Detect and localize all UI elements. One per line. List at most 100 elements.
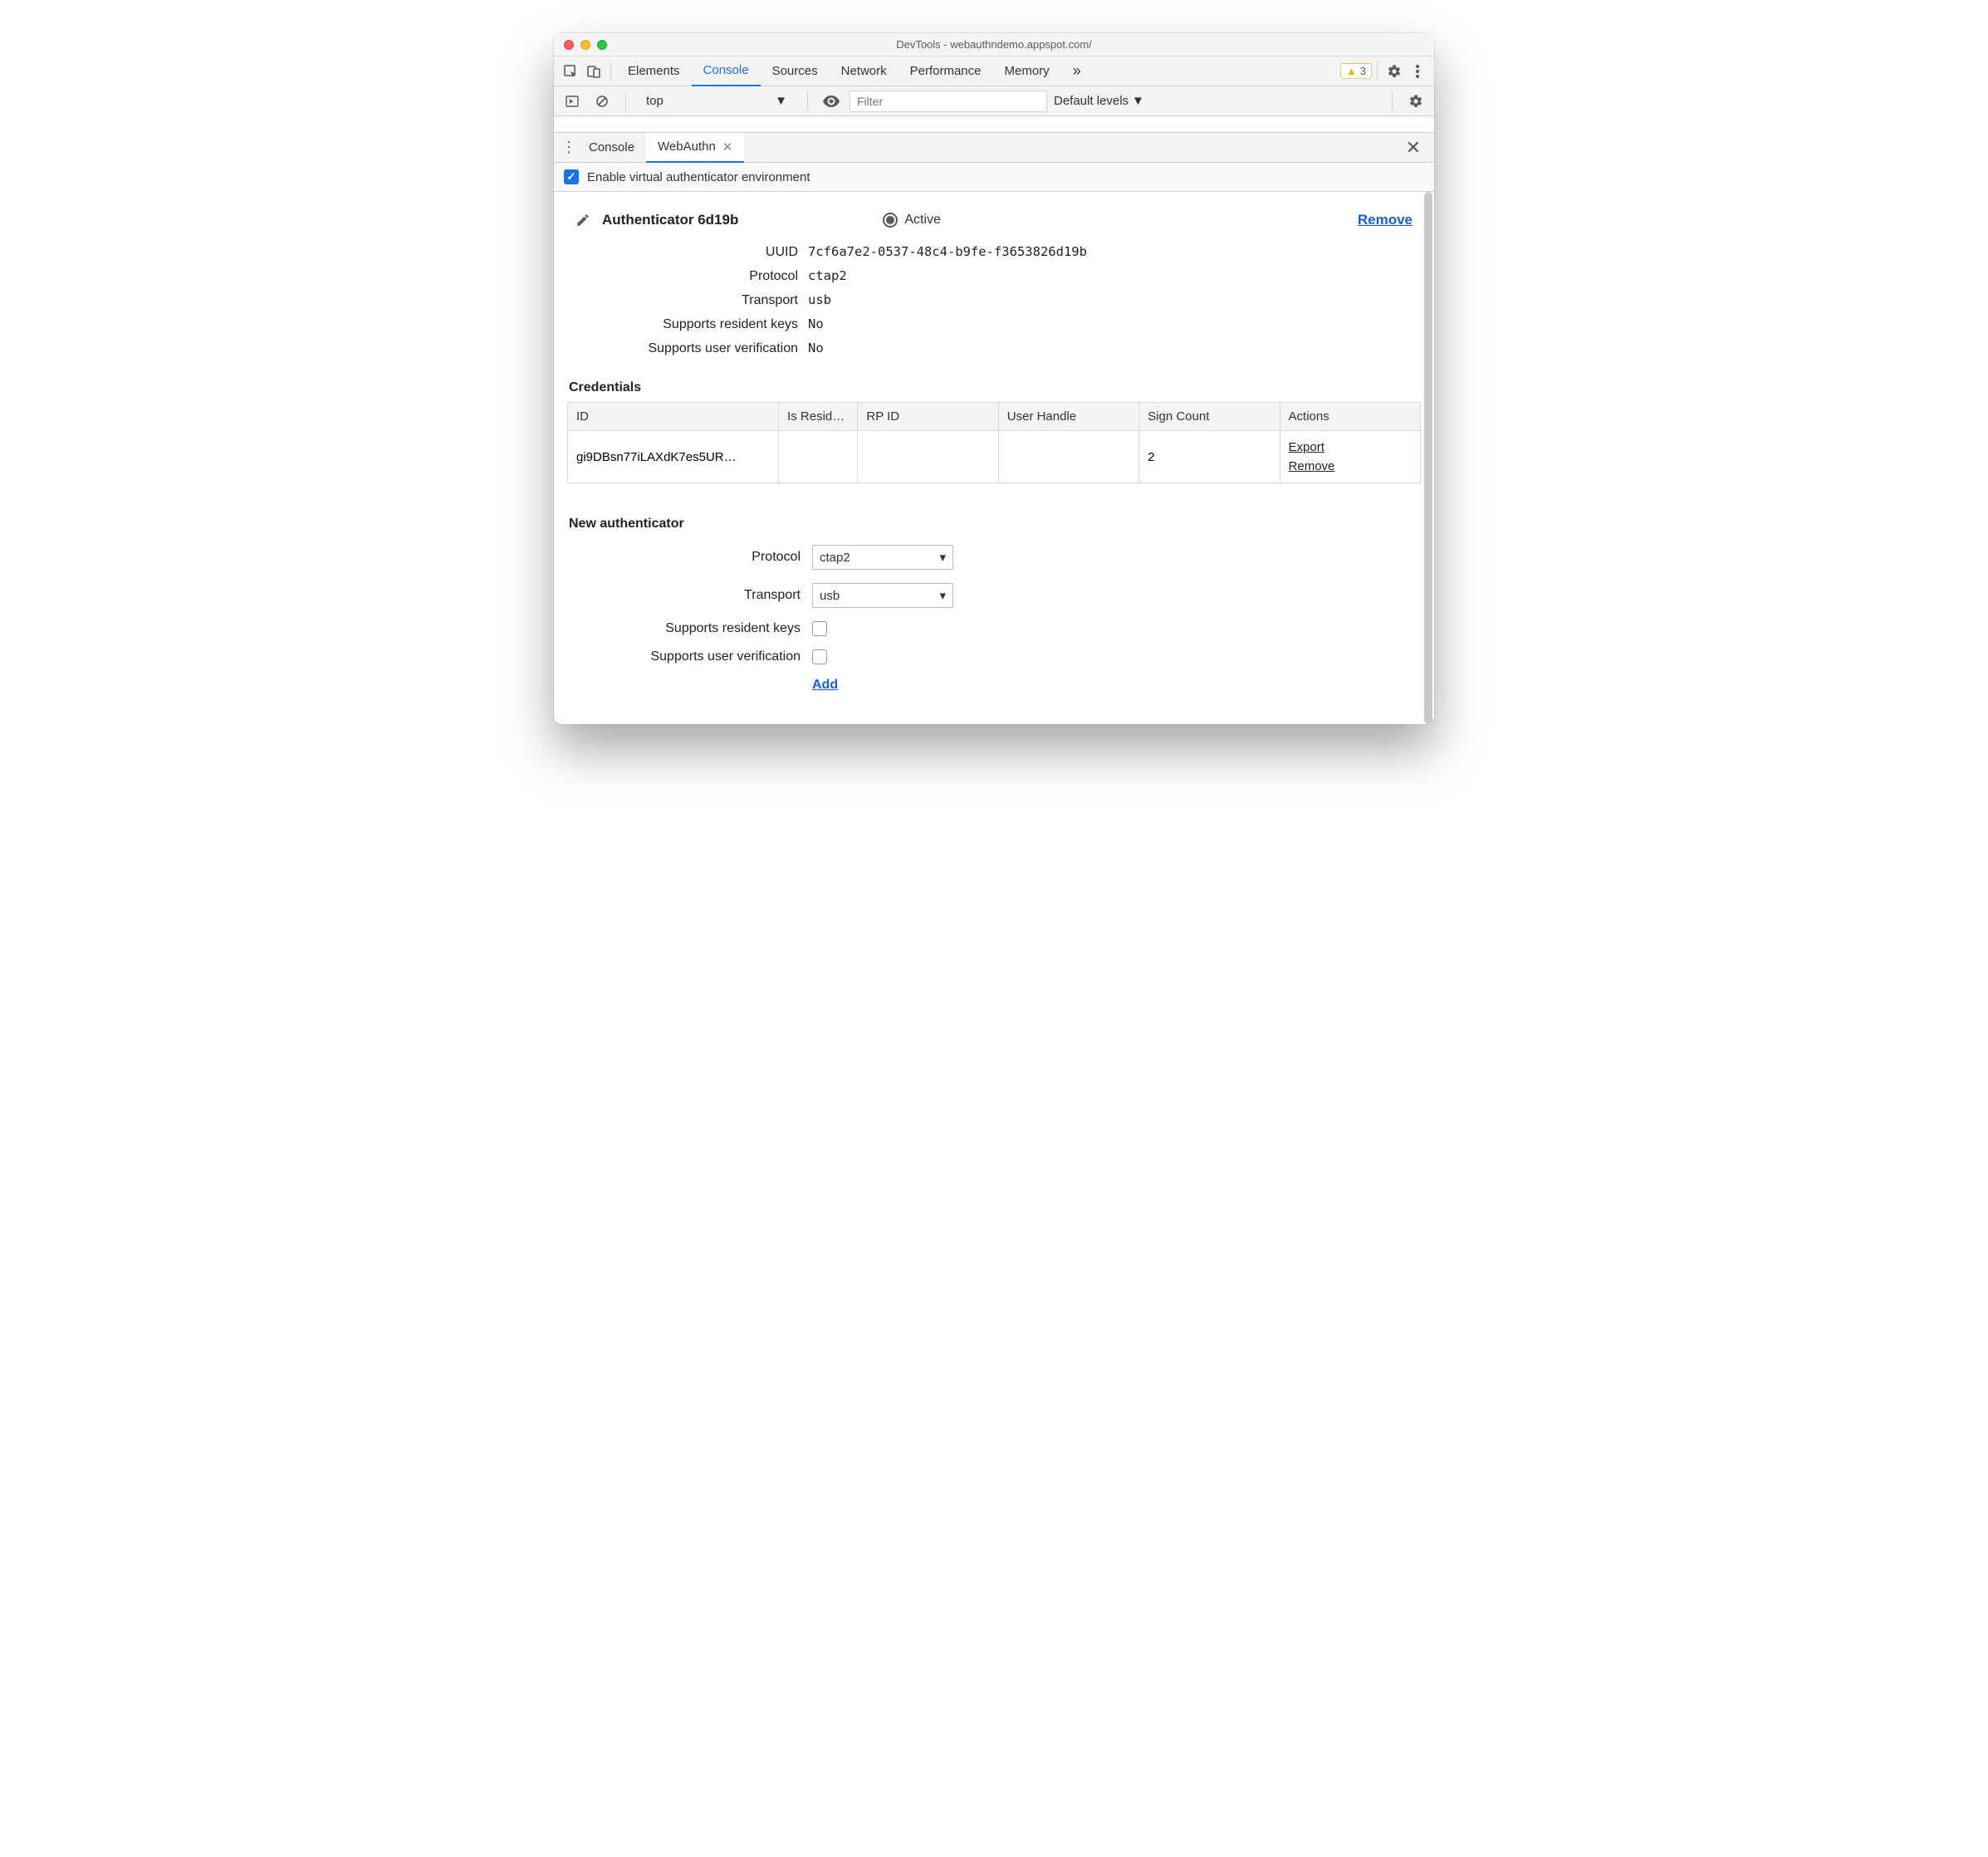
col-id[interactable]: ID bbox=[568, 403, 779, 431]
device-toggle-icon[interactable] bbox=[582, 60, 605, 83]
chevron-down-icon: ▾ bbox=[939, 588, 946, 603]
drawer-tab-strip: ⋮ Console WebAuthn ✕ ✕ bbox=[554, 133, 1434, 163]
authenticator-properties: UUID 7cf6a7e2-0537-48c4-b9fe-f3653826d19… bbox=[567, 237, 1421, 370]
levels-label: Default levels bbox=[1054, 94, 1129, 108]
cell-user-handle bbox=[998, 431, 1138, 483]
add-authenticator-link[interactable]: Add bbox=[812, 678, 838, 693]
new-resident-label: Supports resident keys bbox=[567, 621, 812, 636]
uuid-label: UUID bbox=[567, 245, 808, 260]
warnings-badge[interactable]: ▲ 3 bbox=[1340, 63, 1372, 79]
live-expression-eye-icon[interactable] bbox=[820, 90, 843, 113]
cell-id: gi9DBsn77iLAXdK7es5UR… bbox=[568, 431, 779, 483]
more-menu-icon[interactable] bbox=[1406, 60, 1429, 83]
tab-elements[interactable]: Elements bbox=[616, 56, 692, 86]
remove-credential-link[interactable]: Remove bbox=[1289, 457, 1412, 476]
chevron-down-icon: ▼ bbox=[1132, 94, 1144, 108]
col-actions[interactable]: Actions bbox=[1280, 403, 1420, 431]
context-value: top bbox=[646, 94, 663, 108]
minimize-window-button[interactable] bbox=[580, 40, 590, 50]
console-body-spacer bbox=[554, 116, 1434, 133]
close-tab-icon[interactable]: ✕ bbox=[722, 140, 733, 154]
chevron-down-icon: ▾ bbox=[939, 550, 946, 565]
scrollbar[interactable] bbox=[1424, 192, 1432, 724]
tab-network[interactable]: Network bbox=[830, 56, 899, 86]
tab-console[interactable]: Console bbox=[692, 56, 761, 86]
toggle-sidebar-icon[interactable] bbox=[561, 90, 584, 113]
drawer-more-icon[interactable]: ⋮ bbox=[561, 139, 577, 156]
tab-memory[interactable]: Memory bbox=[993, 56, 1061, 86]
user-verification-value: No bbox=[808, 341, 824, 355]
new-transport-select[interactable]: usb ▾ bbox=[812, 583, 953, 608]
chevron-down-icon: ▼ bbox=[775, 94, 787, 108]
col-user-handle[interactable]: User Handle bbox=[998, 403, 1138, 431]
resident-keys-label: Supports resident keys bbox=[567, 317, 808, 332]
divider bbox=[1377, 62, 1378, 81]
enable-env-row: ✓ Enable virtual authenticator environme… bbox=[554, 163, 1434, 192]
tab-performance[interactable]: Performance bbox=[899, 56, 993, 86]
col-sign-count[interactable]: Sign Count bbox=[1139, 403, 1280, 431]
cell-is-resident bbox=[779, 431, 858, 483]
new-protocol-row: Protocol ctap2 ▾ bbox=[567, 538, 1421, 576]
webauthn-panel: Authenticator 6d19b Active Remove UUID 7… bbox=[554, 192, 1434, 724]
zoom-window-button[interactable] bbox=[597, 40, 607, 50]
new-resident-row: Supports resident keys bbox=[567, 615, 1421, 643]
table-row[interactable]: gi9DBsn77iLAXdK7es5UR… 2 Export Remove bbox=[568, 431, 1421, 483]
new-transport-value: usb bbox=[820, 589, 840, 603]
col-is-resident[interactable]: Is Resid… bbox=[779, 403, 858, 431]
window-title: DevTools - webauthndemo.appspot.com/ bbox=[554, 38, 1434, 51]
close-window-button[interactable] bbox=[564, 40, 574, 50]
cell-actions: Export Remove bbox=[1280, 431, 1420, 483]
protocol-value: ctap2 bbox=[808, 268, 847, 283]
uuid-value: 7cf6a7e2-0537-48c4-b9fe-f3653826d19b bbox=[808, 244, 1087, 259]
authenticator-name: Authenticator 6d19b bbox=[602, 212, 738, 228]
enable-env-checkbox[interactable]: ✓ bbox=[564, 169, 579, 184]
col-rp-id[interactable]: RP ID bbox=[858, 403, 998, 431]
divider bbox=[807, 92, 808, 110]
settings-gear-icon[interactable] bbox=[1383, 60, 1406, 83]
protocol-label: Protocol bbox=[567, 269, 808, 284]
drawer-tab-webauthn[interactable]: WebAuthn ✕ bbox=[646, 133, 744, 163]
user-verification-label: Supports user verification bbox=[567, 341, 808, 356]
credentials-title: Credentials bbox=[567, 370, 1421, 402]
new-protocol-label: Protocol bbox=[567, 550, 812, 565]
drawer-tab-label: WebAuthn bbox=[658, 140, 716, 154]
titlebar: DevTools - webauthndemo.appspot.com/ bbox=[554, 33, 1434, 56]
authenticator-header: Authenticator 6d19b Active Remove bbox=[567, 200, 1421, 237]
new-transport-label: Transport bbox=[567, 588, 812, 603]
edit-icon[interactable] bbox=[575, 213, 590, 228]
new-userverif-row: Supports user verification bbox=[567, 643, 1421, 671]
new-userverif-label: Supports user verification bbox=[567, 649, 812, 664]
scroll-thumb[interactable] bbox=[1424, 192, 1432, 724]
new-protocol-value: ctap2 bbox=[820, 551, 850, 565]
credentials-header-row: ID Is Resid… RP ID User Handle Sign Coun… bbox=[568, 403, 1421, 431]
console-settings-gear-icon[interactable] bbox=[1404, 90, 1427, 113]
new-userverif-checkbox[interactable] bbox=[812, 649, 827, 664]
inspect-element-icon[interactable] bbox=[559, 60, 582, 83]
enable-env-label: Enable virtual authenticator environment bbox=[587, 170, 810, 184]
cell-sign-count: 2 bbox=[1139, 431, 1280, 483]
clear-console-icon[interactable] bbox=[590, 90, 614, 113]
context-select[interactable]: top ▼ bbox=[638, 89, 796, 114]
tab-overflow-button[interactable]: » bbox=[1061, 56, 1093, 86]
add-row: Add bbox=[567, 671, 1421, 699]
log-levels-select[interactable]: Default levels ▼ bbox=[1054, 94, 1144, 108]
cell-rp-id bbox=[858, 431, 998, 483]
transport-value: usb bbox=[808, 292, 831, 307]
main-tab-strip: Elements Console Sources Network Perform… bbox=[554, 56, 1434, 86]
new-protocol-select[interactable]: ctap2 ▾ bbox=[812, 545, 953, 570]
new-resident-checkbox[interactable] bbox=[812, 621, 827, 636]
tab-sources[interactable]: Sources bbox=[761, 56, 830, 86]
filter-input[interactable] bbox=[850, 91, 1047, 112]
remove-authenticator-link[interactable]: Remove bbox=[1358, 212, 1421, 228]
traffic-lights bbox=[554, 40, 607, 50]
warning-icon: ▲ bbox=[1346, 65, 1357, 77]
active-radio[interactable] bbox=[883, 213, 898, 228]
export-credential-link[interactable]: Export bbox=[1289, 438, 1412, 457]
active-label: Active bbox=[904, 213, 941, 228]
close-drawer-icon[interactable]: ✕ bbox=[1399, 137, 1427, 159]
divider bbox=[1392, 92, 1393, 110]
divider bbox=[610, 62, 611, 81]
drawer-tab-console[interactable]: Console bbox=[577, 133, 646, 163]
console-toolbar: top ▼ Default levels ▼ bbox=[554, 86, 1434, 116]
warnings-count: 3 bbox=[1360, 65, 1366, 77]
